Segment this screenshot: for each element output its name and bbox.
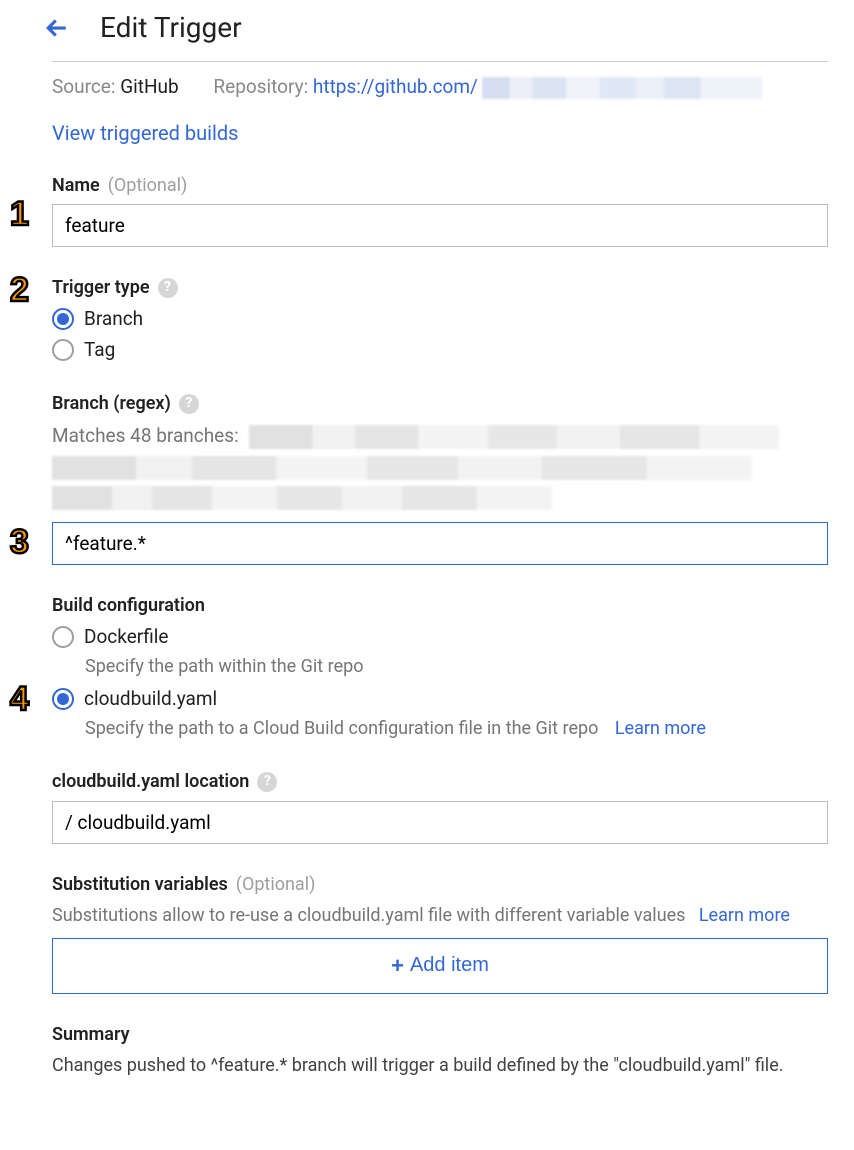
substitution-label: Substitution variables (Optional) (52, 872, 828, 897)
source-line: Source: GitHub Repository: https://githu… (52, 61, 828, 109)
matches-line: Matches 48 branches: (52, 423, 828, 450)
name-label: Name (Optional) (52, 173, 828, 198)
radio-unchecked-icon (52, 339, 74, 361)
view-triggered-builds-link[interactable]: View triggered builds (52, 121, 238, 145)
source-label: Source: (52, 75, 115, 98)
radio-dockerfile[interactable]: Dockerfile (52, 624, 828, 651)
learn-more-link[interactable]: Learn more (699, 905, 790, 926)
build-config-label: Build configuration (52, 593, 828, 618)
repo-label: Repository: (213, 75, 308, 98)
annotation-1: 1 (10, 191, 29, 239)
add-item-button[interactable]: + Add item (52, 938, 828, 994)
annotation-2: 2 (10, 267, 29, 315)
back-arrow-icon[interactable] (42, 13, 72, 43)
source-value: GitHub (120, 75, 178, 98)
radio-unchecked-icon (52, 626, 74, 648)
cloudbuild-desc: Specify the path to a Cloud Build config… (85, 716, 828, 741)
radio-cloudbuild[interactable]: cloudbuild.yaml (52, 686, 828, 713)
help-icon[interactable]: ? (179, 394, 199, 414)
learn-more-link[interactable]: Learn more (615, 718, 706, 739)
redacted-branches (249, 425, 779, 449)
annotation-3: 3 (10, 519, 29, 567)
summary-text: Changes pushed to ^feature.* branch will… (52, 1053, 828, 1078)
annotation-4: 4 (10, 676, 29, 724)
redacted-branches (52, 456, 752, 480)
name-input[interactable] (52, 204, 828, 247)
redacted-branches (52, 486, 552, 510)
radio-checked-icon (52, 688, 74, 710)
summary-label: Summary (52, 1022, 828, 1047)
cloudbuild-location-input[interactable] (52, 801, 828, 844)
page-title: Edit Trigger (100, 8, 242, 47)
branch-regex-label: Branch (regex) ? (52, 391, 828, 416)
radio-tag[interactable]: Tag (52, 337, 828, 364)
radio-checked-icon (52, 308, 74, 330)
help-icon[interactable]: ? (257, 772, 277, 792)
repo-link[interactable]: https://github.com/ (313, 75, 478, 98)
cloudbuild-location-label: cloudbuild.yaml location ? (52, 769, 828, 794)
dockerfile-desc: Specify the path within the Git repo (85, 654, 828, 679)
radio-branch[interactable]: Branch (52, 306, 828, 333)
plus-icon: + (391, 953, 404, 979)
branch-regex-input[interactable] (52, 522, 828, 565)
redacted-repo-path (482, 77, 762, 99)
help-icon[interactable]: ? (158, 278, 178, 298)
substitution-desc: Substitutions allow to re-use a cloudbui… (52, 903, 828, 928)
trigger-type-label: Trigger type ? (52, 275, 828, 300)
